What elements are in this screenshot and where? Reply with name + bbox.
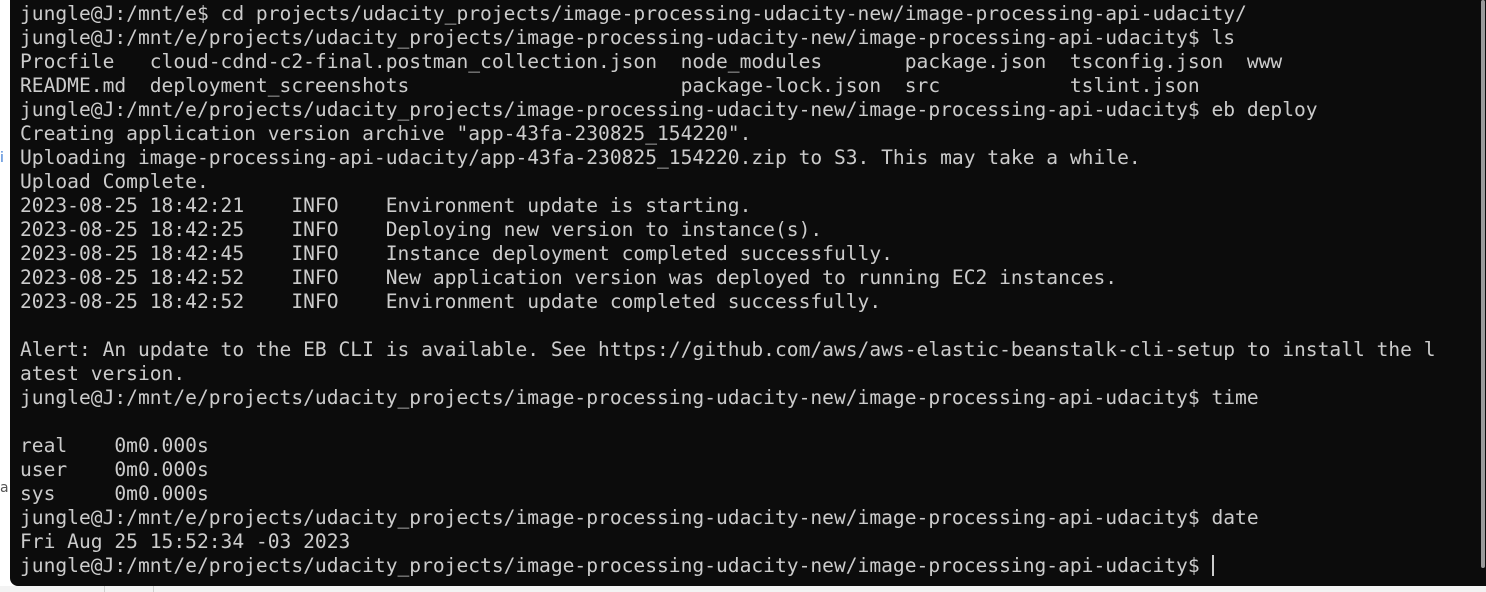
terminal-line: user 0m0.000s <box>20 458 209 481</box>
terminal-line: real 0m0.000s <box>20 434 209 457</box>
text-cursor <box>1211 555 1214 576</box>
background-divider <box>153 586 154 592</box>
terminal-line: 2023-08-25 18:42:52 INFO New application… <box>20 266 1118 289</box>
background-window-strip <box>0 586 1486 592</box>
terminal-line: sys 0m0.000s <box>20 482 209 505</box>
terminal-line: 2023-08-25 18:42:45 INFO Instance deploy… <box>20 242 893 265</box>
terminal-line: README.md deployment_screenshots package… <box>20 74 1200 97</box>
terminal-line: 2023-08-25 18:42:25 INFO Deploying new v… <box>20 218 823 241</box>
terminal-line: jungle@J:/mnt/e/projects/udacity_project… <box>20 506 1259 529</box>
terminal-line: Procfile cloud-cdnd-c2-final.postman_col… <box>20 50 1283 73</box>
background-window-fragment: a <box>0 480 9 496</box>
scrollbar-thumb[interactable] <box>1481 0 1485 568</box>
terminal-line: Uploading image-processing-api-udacity/a… <box>20 146 1141 169</box>
terminal-output[interactable]: jungle@J:/mnt/e$ cd projects/udacity_pro… <box>20 2 1436 578</box>
terminal-line: Upload Complete. <box>20 170 209 193</box>
background-window-fragment: i <box>0 150 4 166</box>
terminal-window[interactable]: jungle@J:/mnt/e$ cd projects/udacity_pro… <box>10 0 1486 586</box>
terminal-line: 2023-08-25 18:42:52 INFO Environment upd… <box>20 290 882 313</box>
terminal-prompt-line[interactable]: jungle@J:/mnt/e/projects/udacity_project… <box>20 554 1436 578</box>
terminal-line: atest version. <box>20 362 186 385</box>
terminal-line: 2023-08-25 18:42:21 INFO Environment upd… <box>20 194 752 217</box>
terminal-line: Fri Aug 25 15:52:34 -03 2023 <box>20 530 351 553</box>
terminal-line: jungle@J:/mnt/e$ cd projects/udacity_pro… <box>20 2 1247 25</box>
terminal-line: Alert: An update to the EB CLI is availa… <box>20 338 1436 361</box>
background-divider <box>104 586 105 592</box>
terminal-line: jungle@J:/mnt/e/projects/udacity_project… <box>20 386 1259 409</box>
terminal-prompt: jungle@J:/mnt/e/projects/udacity_project… <box>20 554 1200 577</box>
terminal-line: Creating application version archive "ap… <box>20 122 752 145</box>
scrollbar[interactable] <box>1480 0 1486 586</box>
terminal-line: jungle@J:/mnt/e/projects/udacity_project… <box>20 26 1236 49</box>
terminal-line: jungle@J:/mnt/e/projects/udacity_project… <box>20 98 1318 121</box>
